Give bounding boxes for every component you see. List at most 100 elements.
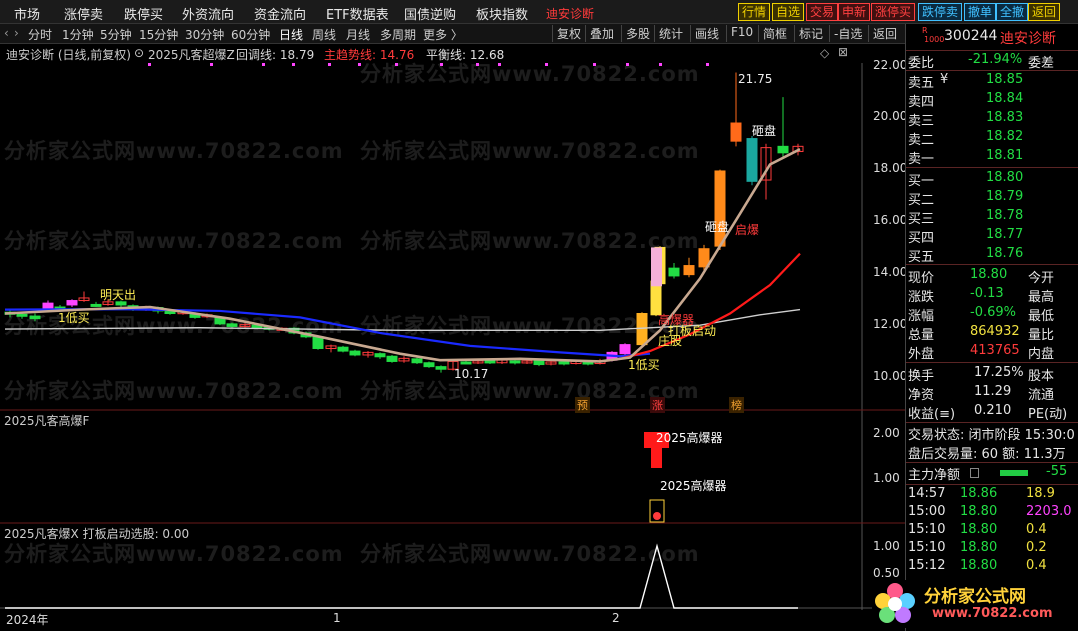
bid-row: 买五 18.76 xyxy=(908,246,1076,265)
signal-smash-2: 砸盘 xyxy=(705,220,730,234)
tick-volume: 0.2 xyxy=(1026,540,1047,555)
stat2-label-2: 股本 xyxy=(1028,369,1055,384)
bid-label: 买四 xyxy=(908,231,935,246)
flow-bar xyxy=(1000,470,1028,476)
bid-price: 18.80 xyxy=(986,170,1024,185)
toolbar-button-8[interactable]: 返回 xyxy=(1028,3,1061,21)
divider xyxy=(906,484,1078,485)
candle-body xyxy=(746,138,758,182)
ask-label: 卖三 xyxy=(908,114,935,129)
signal-line xyxy=(5,543,798,609)
bid-price: 18.76 xyxy=(986,246,1024,261)
signal-dot xyxy=(476,63,479,66)
toolbar-button-7[interactable]: 全撤 xyxy=(996,3,1029,21)
trade-status-row: 交易状态: 闭市阶段 15:30:0 xyxy=(908,424,1076,443)
panel2-title[interactable]: 2025凡客高爆F xyxy=(4,412,89,429)
after-hours-row: 盘后交易量: 60 额: 11.3万 xyxy=(908,443,1076,462)
signal-dot xyxy=(262,63,265,66)
ask-price: 18.83 xyxy=(986,110,1024,125)
candle-body xyxy=(558,361,570,365)
tag-zhang: 涨 xyxy=(650,397,665,413)
stat2-value: 17.25% xyxy=(974,365,1024,380)
tick-time: 15:10 xyxy=(908,522,946,537)
divider xyxy=(906,462,1078,463)
divider xyxy=(906,264,1078,265)
signal-high-burst: 高爆器 xyxy=(658,313,695,327)
stat-row: 现价 18.80 今开 xyxy=(908,267,1076,286)
stat2-value: 0.210 xyxy=(974,403,1012,418)
signal-dot xyxy=(395,63,398,66)
stat-value: -0.13 xyxy=(970,286,1004,301)
trade-status: 交易状态: 闭市阶段 15:30:0 xyxy=(908,428,1075,443)
signal-dot xyxy=(498,63,501,66)
bid-row: 买一 18.80 xyxy=(908,170,1076,189)
signal-dot xyxy=(593,63,596,66)
tick-volume: 18.9 xyxy=(1026,486,1055,501)
candle-body xyxy=(349,350,361,356)
ask-label: 卖一 xyxy=(908,152,935,167)
panel2-signal-label: 2025高爆器 xyxy=(656,431,723,445)
candle-body xyxy=(435,366,447,370)
ask-price: 18.85 xyxy=(986,72,1024,87)
stat-value: 864932 xyxy=(970,324,1020,339)
low-price-label: 10.17 xyxy=(454,367,489,381)
toolbar-button-5[interactable]: 跌停卖 xyxy=(918,3,963,21)
bid-price: 18.79 xyxy=(986,189,1024,204)
candle-body xyxy=(16,313,28,317)
x-label-feb: 2 xyxy=(612,611,620,625)
divider xyxy=(906,422,1078,423)
signal-dot xyxy=(328,63,331,66)
stat-label: 涨幅 xyxy=(908,309,935,324)
tick-time: 14:57 xyxy=(908,486,946,501)
signal-dot xyxy=(706,63,709,66)
ask-flag: ¥ xyxy=(940,72,949,87)
p3-tick-label: 1.00 xyxy=(873,539,900,553)
ask-row: 卖一 18.81 xyxy=(908,148,1076,167)
signal-dot xyxy=(659,63,662,66)
stat-label: 外盘 xyxy=(908,347,935,362)
quote-panel: R 1000 300244 迪安诊断 委比 -21.94% 委差 卖五 ¥18.8… xyxy=(905,24,1078,631)
stat-value: 413765 xyxy=(970,343,1020,358)
stat2-label-2: 流通 xyxy=(1028,388,1055,403)
tick-volume: 0.4 xyxy=(1026,522,1047,537)
tick-price: 18.80 xyxy=(960,504,998,519)
badge-number: 1000 xyxy=(924,35,945,44)
signal-dot xyxy=(210,63,213,66)
ask-row: 卖三 18.83 xyxy=(908,110,1076,129)
after-hours: 盘后交易量: 60 额: 11.3万 xyxy=(908,447,1066,462)
main-flow-row: 主力净额 -55 xyxy=(908,464,1076,483)
stat2-row: 收益(≡) 0.210 PE(动) xyxy=(908,403,1076,422)
candle-body xyxy=(509,360,521,364)
signal-ignite: 启爆 xyxy=(735,223,760,237)
signal-dot xyxy=(545,63,548,66)
candle-body xyxy=(411,358,423,364)
tick-price: 18.80 xyxy=(960,540,998,555)
bid-row: 买二 18.79 xyxy=(908,189,1076,208)
candle-body xyxy=(668,267,680,277)
candle-body xyxy=(484,360,496,364)
stat2-label: 换手 xyxy=(908,369,935,384)
panel3-title[interactable]: 2025凡客爆X 打板启动选股: 0.00 xyxy=(4,525,189,542)
stock-header: R 1000 300244 迪安诊断 xyxy=(908,26,1076,48)
candle-body xyxy=(683,265,695,276)
ask-price: 18.82 xyxy=(986,129,1024,144)
stat2-value: 11.29 xyxy=(974,384,1012,399)
burst-bar xyxy=(651,448,662,468)
panel2-signal-label-2: 2025高爆器 xyxy=(660,479,727,493)
tick-volume: 0.4 xyxy=(1026,558,1047,573)
p2-tick-label: 1.00 xyxy=(873,471,900,485)
tick-price: 18.80 xyxy=(960,522,998,537)
bid-row: 买四 18.77 xyxy=(908,227,1076,246)
main-flow-label: 主力净额 xyxy=(908,468,961,483)
signal-dot xyxy=(440,63,443,66)
stat-label-2: 最低 xyxy=(1028,309,1055,324)
checkbox-icon[interactable] xyxy=(970,468,979,478)
bid-label: 买五 xyxy=(908,250,935,265)
tick-row: 15:10 18.80 0.4 xyxy=(908,522,1076,541)
tick-time: 15:10 xyxy=(908,540,946,555)
stock-code: 300244 xyxy=(944,28,998,44)
stat2-label: 净资 xyxy=(908,388,935,403)
stat2-row: 换手 17.25% 股本 xyxy=(908,365,1076,384)
stat-label-2: 量比 xyxy=(1028,328,1055,343)
toolbar-button-6[interactable]: 撤单 xyxy=(964,3,997,21)
